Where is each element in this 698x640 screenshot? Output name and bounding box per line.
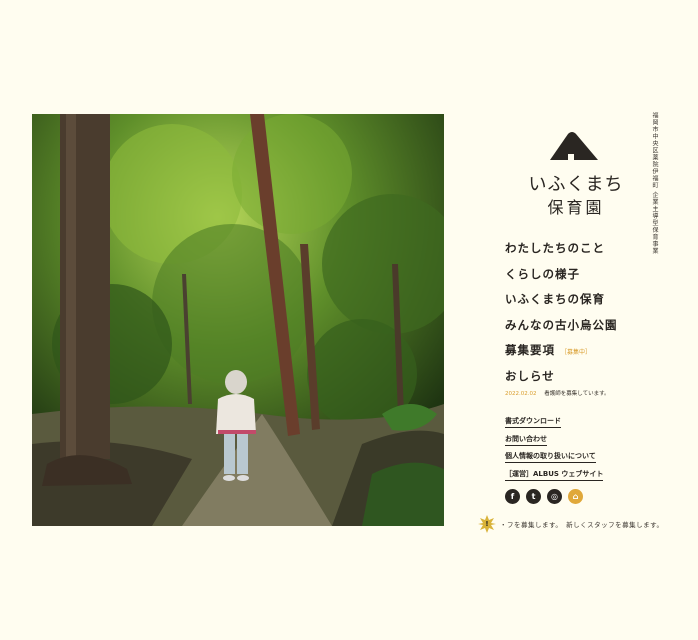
latest-news[interactable]: 2022.02.02 看護師を募集しています。: [505, 389, 610, 397]
news-text: 看護師を募集しています。: [544, 391, 610, 397]
main-nav: わたしたちのこと くらしの様子 いふくまちの保育 みんなの古小烏公園 募集要項 …: [505, 240, 618, 393]
link-forms-download[interactable]: 書式ダウンロード: [505, 416, 561, 428]
nav-daily-life[interactable]: くらしの様子: [505, 266, 618, 292]
link-privacy[interactable]: 個人情報の取り扱いについて: [505, 451, 596, 463]
nav-recruitment[interactable]: 募集要項 ［募集中］: [505, 342, 618, 368]
shop-icon[interactable]: ⌂: [568, 489, 583, 504]
recruiting-badge: ［募集中］: [561, 349, 592, 356]
social-links: f t ◎ ⌂: [505, 489, 583, 504]
twitter-icon[interactable]: t: [526, 489, 541, 504]
nav-park[interactable]: みんなの古小烏公園: [505, 317, 618, 343]
forest-photo-illustration: [32, 114, 444, 526]
nav-childcare[interactable]: いふくまちの保育: [505, 291, 618, 317]
nav-about[interactable]: わたしたちのこと: [505, 240, 618, 266]
sub-nav: 書式ダウンロード お問い合わせ 個人情報の取り扱いについて ［運営］ALBUS …: [505, 416, 604, 486]
ticker-text: ・フを募集します。 新しくスタッフを募集します。: [500, 521, 664, 529]
vertical-tagline: 福岡市中央区薬院伊福町 企業主導型保育事業: [651, 112, 658, 255]
house-roof-icon: [550, 132, 598, 160]
ticker-badge-icon: !: [478, 515, 496, 533]
link-contact[interactable]: お問い合わせ: [505, 434, 547, 446]
facebook-icon[interactable]: f: [505, 489, 520, 504]
news-date: 2022.02.02: [505, 391, 537, 397]
logo-title: いふくまち: [528, 174, 624, 195]
instagram-icon[interactable]: ◎: [547, 489, 562, 504]
logo-subtitle: 保育園: [547, 198, 605, 217]
hero-photo: [32, 114, 444, 526]
link-albus-website[interactable]: ［運営］ALBUS ウェブサイト: [505, 469, 604, 481]
news-ticker[interactable]: ! ・フを募集します。 新しくスタッフを募集します。: [478, 515, 663, 533]
site-logo[interactable]: いふくまち 保育園: [528, 128, 624, 220]
